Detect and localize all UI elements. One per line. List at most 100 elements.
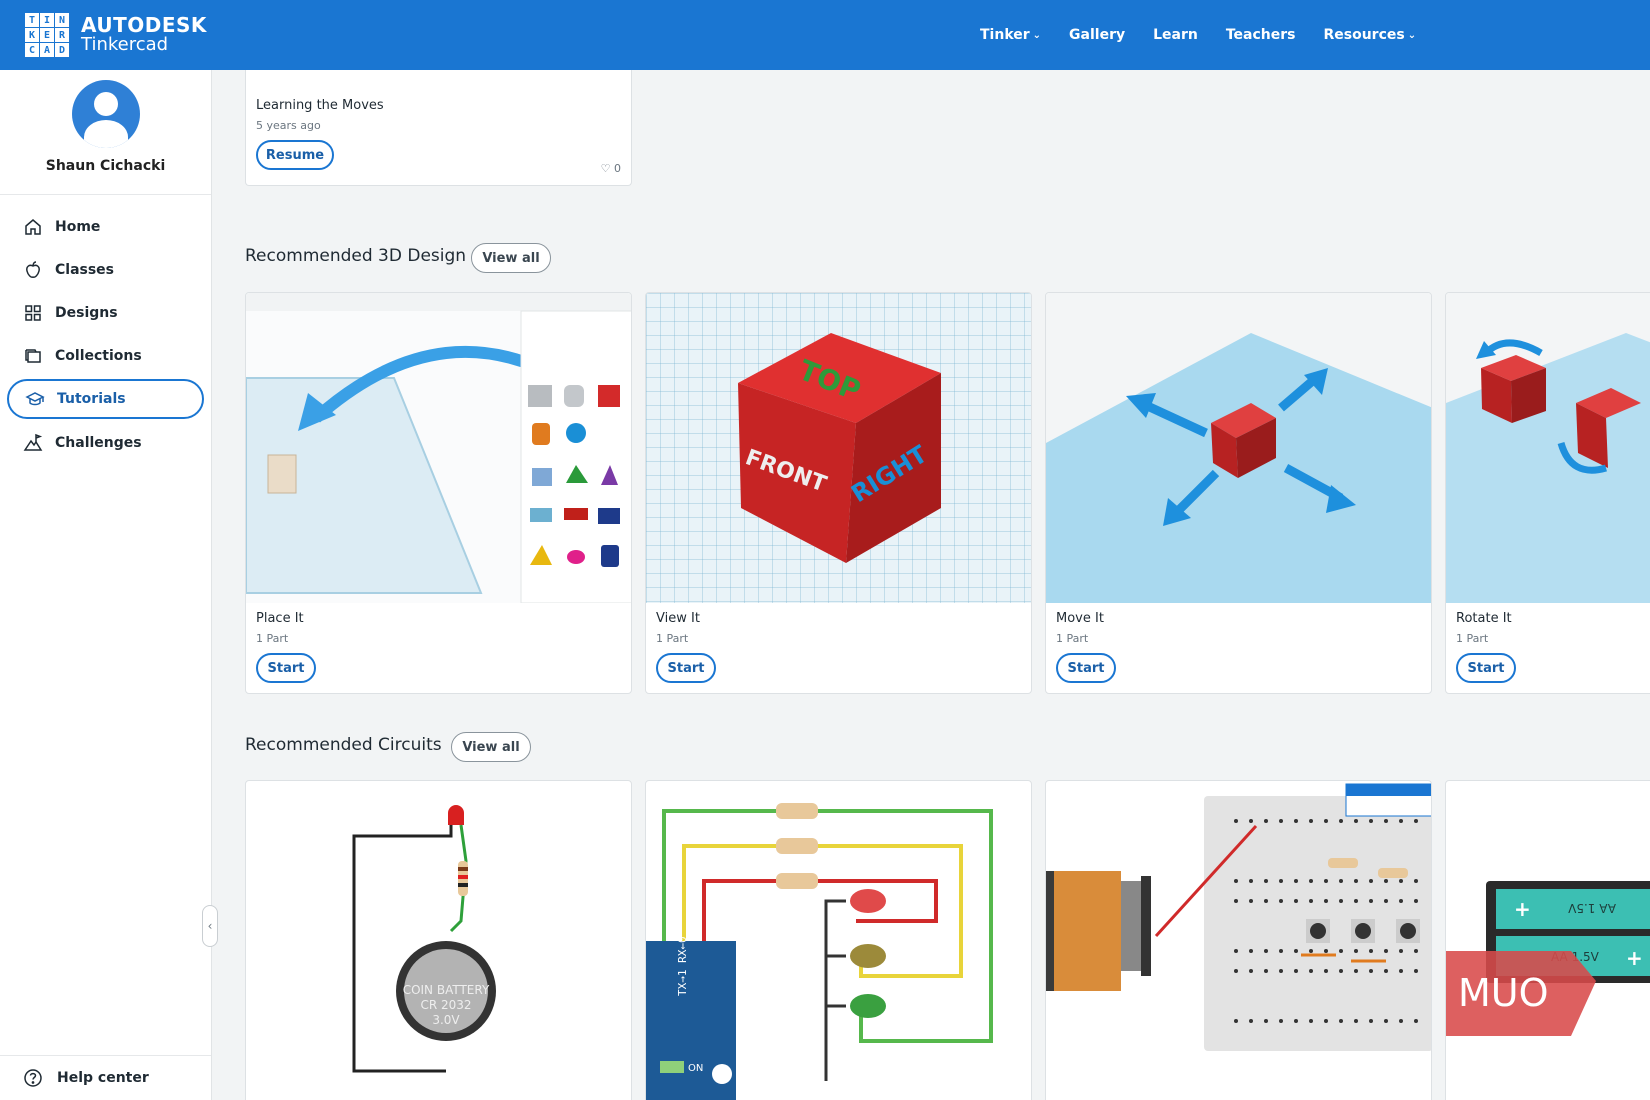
graduation-cap-icon: [25, 392, 45, 406]
card-timestamp: 5 years ago: [256, 119, 321, 132]
tutorial-card-place-it[interactable]: Place It 1 Part Start: [245, 292, 632, 694]
nav-label: Learn: [1153, 27, 1198, 43]
sidebar-item-designs[interactable]: Designs: [7, 293, 204, 332]
sidebar-item-label: Designs: [55, 304, 118, 321]
card-body: Place It 1 Part Start: [256, 611, 316, 683]
arduino-led-circuit: TX→1 RX←0 ON: [646, 803, 993, 1100]
grid-icon: [25, 304, 41, 321]
view-all-circuits-button[interactable]: View all: [451, 732, 531, 762]
view-it-thumbnail: TOP FRONT RIGHT: [646, 293, 1031, 603]
plus-icon: +: [1514, 897, 1531, 921]
sidebar: Shaun Cichacki Home Classes Designs Coll…: [0, 70, 212, 1100]
logo-grid-mark: T I N K E R C A D: [25, 13, 69, 57]
card-parts: 1 Part: [256, 632, 289, 645]
logo-wordmark: AUTODESK Tinkercad: [81, 15, 207, 55]
sidebar-item-tutorials[interactable]: Tutorials: [7, 379, 204, 419]
avatar-head: [93, 92, 118, 116]
circuit-card-coin-battery[interactable]: COIN BATTERY CR 2032 3.0V: [245, 780, 632, 1100]
nav-resources[interactable]: Resources ⌄: [1323, 27, 1416, 43]
apple-icon: [26, 260, 40, 278]
sidebar-item-label: Tutorials: [57, 391, 126, 407]
start-button[interactable]: Start: [1056, 653, 1116, 683]
tutorial-card-view-it[interactable]: TOP FRONT RIGHT View It 1 Part Start: [645, 292, 1032, 694]
logo-letter: I: [40, 13, 54, 27]
card-body: View It 1 Part Start: [656, 611, 716, 683]
nav-label: Teachers: [1225, 27, 1296, 43]
sidebar-item-label: Classes: [55, 261, 115, 278]
logo-letter: N: [55, 13, 69, 27]
tutorial-card-rotate-it[interactable]: Rotate It 1 Part Start: [1445, 292, 1650, 694]
heart-icon: ♡: [600, 162, 611, 175]
card-body: Move It 1 Part Start: [1056, 611, 1116, 683]
resume-button[interactable]: Resume: [256, 140, 334, 170]
card-title: Learning the Moves: [256, 98, 384, 113]
home-icon: [25, 218, 41, 235]
nav-teachers[interactable]: Teachers: [1226, 27, 1296, 43]
battery-label-line1: COIN BATTERY: [403, 983, 490, 997]
sidebar-item-label: Challenges: [55, 434, 142, 451]
sidebar-item-label: Home: [55, 218, 101, 235]
logo-letter: A: [40, 43, 54, 57]
move-it-thumbnail: [1046, 293, 1431, 603]
help-center-link[interactable]: Help center: [0, 1055, 211, 1100]
tutorial-card-move-it[interactable]: Move It 1 Part Start: [1045, 292, 1432, 694]
help-center-label: Help center: [57, 1070, 149, 1086]
brand-name: AUTODESK: [81, 13, 207, 38]
help-icon: [24, 1069, 42, 1087]
nav-label: Gallery: [1069, 27, 1126, 43]
nav-learn[interactable]: Learn: [1153, 27, 1198, 43]
start-button[interactable]: Start: [1456, 653, 1516, 683]
sidebar-item-challenges[interactable]: Challenges: [7, 423, 204, 462]
view-all-3d-design-button[interactable]: View all: [471, 243, 551, 273]
nav-label: Resources: [1323, 27, 1405, 43]
sidebar-item-classes[interactable]: Classes: [7, 250, 204, 289]
top-navigation-bar: T I N K E R C A D AUTODESK Tinkercad Tin…: [0, 0, 1650, 70]
nav-label: Tinker: [980, 27, 1030, 43]
card-title: Place It: [256, 611, 304, 626]
rotate-arrows-illustration: [1446, 333, 1650, 603]
nav-gallery[interactable]: Gallery: [1069, 27, 1125, 43]
avatar-shoulders: [83, 120, 128, 148]
battery-label-line3: 3.0V: [432, 1013, 460, 1027]
sidebar-item-collections[interactable]: Collections: [7, 336, 204, 375]
chevron-down-icon: ⌄: [1032, 29, 1042, 41]
workplane-illustration: [246, 293, 631, 603]
card-parts: 1 Part: [656, 632, 689, 645]
nav-tinker[interactable]: Tinker ⌄: [980, 27, 1041, 43]
start-button[interactable]: Start: [656, 653, 716, 683]
logo-letter: E: [40, 28, 54, 42]
mountain-flag-icon: [23, 433, 43, 451]
circuit-card-arduino-leds[interactable]: TX→1 RX←0 ON: [645, 780, 1032, 1100]
battery-label-line2: CR 2032: [420, 998, 471, 1012]
sidebar-item-label: Collections: [55, 347, 142, 364]
user-profile: Shaun Cichacki: [0, 70, 211, 195]
place-it-thumbnail: [246, 293, 631, 603]
circuit-card-breadboard-buttons[interactable]: [1045, 780, 1432, 1100]
sidebar-nav: Home Classes Designs Collections Tutoria…: [0, 195, 211, 462]
resume-tutorial-card[interactable]: Learning the Moves 5 years ago Resume ♡ …: [245, 70, 632, 186]
section-title-circuits: Recommended Circuits: [245, 735, 442, 755]
card-parts: 1 Part: [1056, 632, 1089, 645]
sidebar-item-home[interactable]: Home: [7, 207, 204, 246]
chevron-down-icon: ⌄: [1407, 29, 1417, 41]
card-title: Move It: [1056, 611, 1104, 626]
folders-icon: [25, 348, 41, 363]
card-title: View It: [656, 611, 700, 626]
section-title-3d-design: Recommended 3D Design: [245, 246, 467, 266]
logo-letter: R: [55, 28, 69, 42]
circuit-card-aa-battery[interactable]: + AA 1.5V AA 1.5V + MUO: [1445, 780, 1650, 1100]
coin-battery-led-circuit: COIN BATTERY CR 2032 3.0V: [352, 805, 496, 1073]
aa-battery-pack-illustration: + AA 1.5V AA 1.5V + MUO: [1446, 881, 1650, 1036]
plus-icon: +: [1626, 946, 1643, 970]
logo-letter: T: [25, 13, 39, 27]
main-content: Learning the Moves 5 years ago Resume ♡ …: [212, 70, 1650, 1100]
logo-letter: D: [55, 43, 69, 57]
card-body: Rotate It 1 Part Start: [1456, 611, 1516, 683]
labeled-cube-illustration: TOP FRONT RIGHT: [738, 333, 941, 563]
like-count-value: 0: [614, 162, 621, 175]
avatar[interactable]: [71, 80, 140, 148]
user-name: Shaun Cichacki: [45, 158, 166, 174]
like-count[interactable]: ♡ 0: [601, 162, 621, 175]
tinkercad-logo[interactable]: T I N K E R C A D AUTODESK Tinkercad: [25, 13, 207, 57]
start-button[interactable]: Start: [256, 653, 316, 683]
